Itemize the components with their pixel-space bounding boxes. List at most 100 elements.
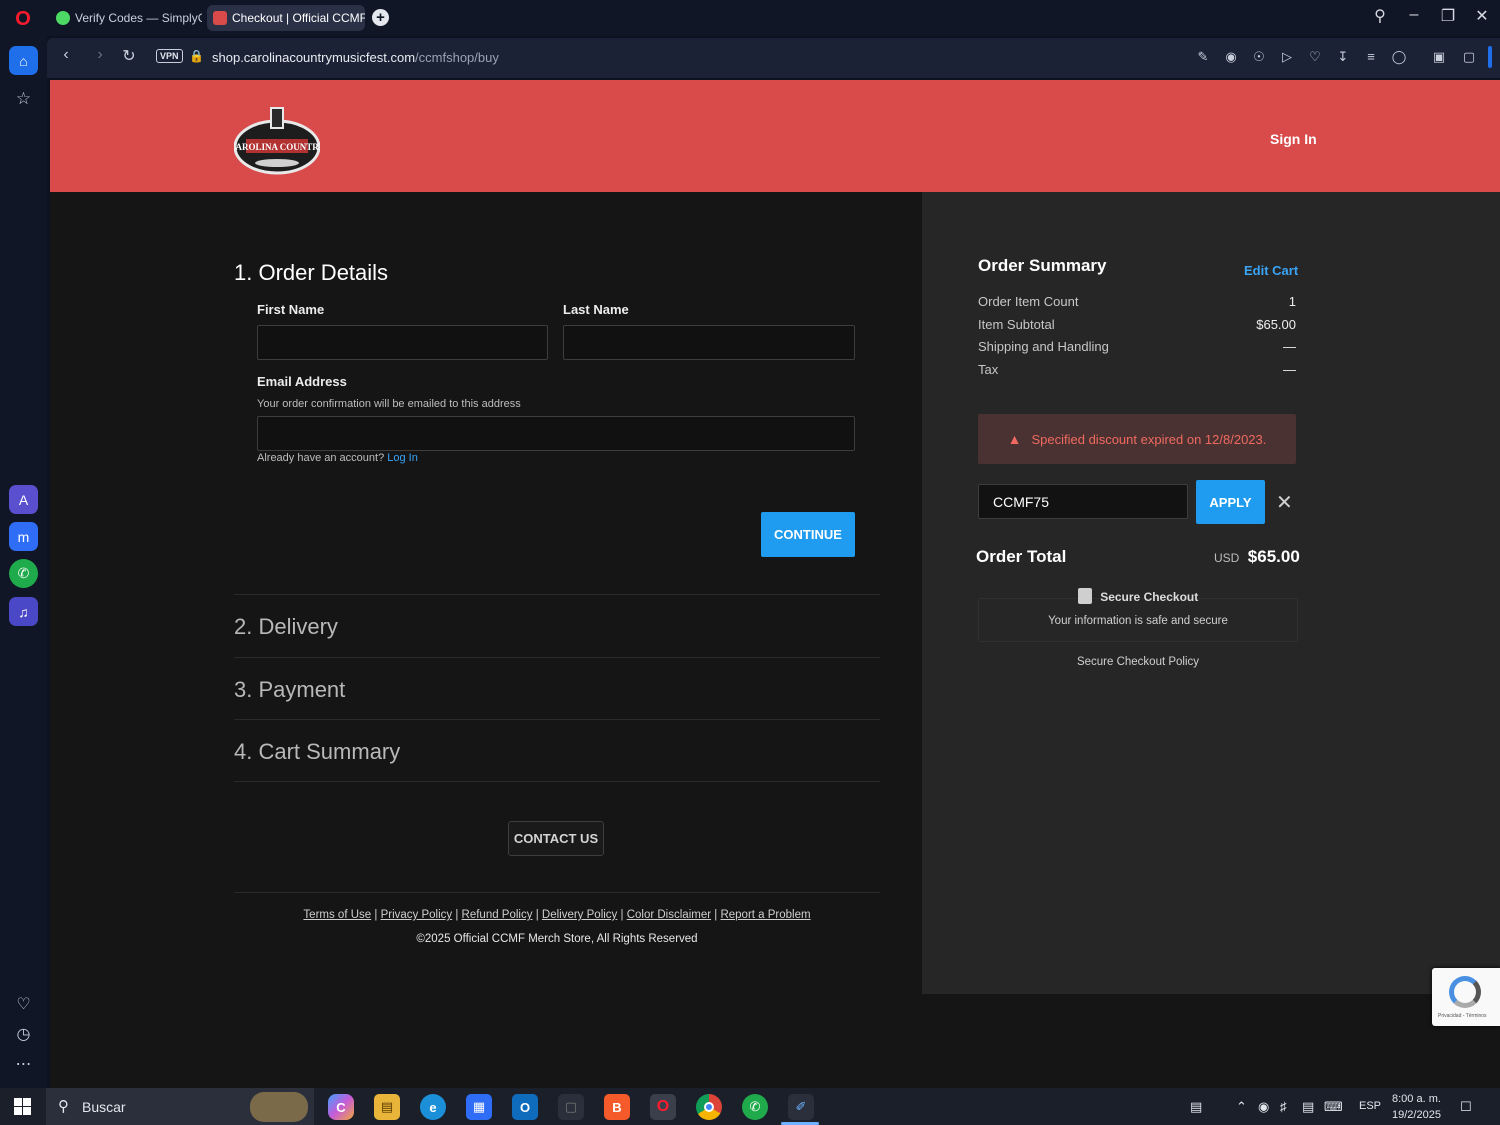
url-domain: shop.carolinacountrymusicfest.com	[212, 50, 416, 65]
summary-label: Shipping and Handling	[978, 339, 1109, 354]
home-icon[interactable]: ⌂	[9, 46, 38, 75]
contact-us-button[interactable]: CONTACT US	[508, 821, 604, 856]
step-payment[interactable]: 3. Payment	[234, 677, 345, 703]
notifications-icon[interactable]: ☐	[1460, 1099, 1472, 1115]
order-details-title: 1. Order Details	[234, 260, 389, 285]
opera-logo-icon[interactable]: O	[12, 8, 34, 30]
camera-icon[interactable]: ◉	[1222, 48, 1240, 66]
copilot-icon[interactable]: C	[328, 1094, 354, 1120]
divider	[234, 781, 880, 782]
messenger-icon[interactable]: m	[9, 522, 38, 551]
speaker-muted-icon[interactable]: ♯	[1280, 1099, 1287, 1114]
tab-checkout[interactable]: Checkout | Official CCMF Merch Store	[207, 5, 365, 31]
back-icon[interactable]: ‹	[55, 46, 77, 64]
aria-ai-icon[interactable]: A	[9, 485, 38, 514]
news-widget-icon[interactable]: ▤	[1190, 1099, 1202, 1115]
delivery-policy-link[interactable]: Delivery Policy	[542, 909, 617, 921]
remove-code-close-icon[interactable]: ✕	[1276, 490, 1293, 515]
url-path: /ccmfshop/buy	[415, 50, 499, 65]
new-tab-plus-icon[interactable]: +	[372, 9, 389, 26]
order-total-label: Order Total	[976, 547, 1067, 566]
pen-app-icon[interactable]: ✐	[788, 1094, 814, 1120]
store-icon[interactable]: ▦	[466, 1094, 492, 1120]
first-name-field[interactable]	[257, 325, 548, 360]
summary-row-shipping: Shipping and Handling —	[978, 339, 1296, 354]
edge-icon[interactable]: e	[420, 1094, 446, 1120]
music-player-icon[interactable]: ♫	[9, 597, 38, 626]
close-window-icon[interactable]: ✕	[1468, 6, 1496, 26]
tab-label: Verify Codes — SimplyCodes	[75, 11, 202, 25]
easy-setup-icon[interactable]: ≡	[1362, 48, 1380, 66]
heart-icon[interactable]: ♡	[9, 989, 38, 1018]
keyboard-icon[interactable]: ⌨	[1324, 1099, 1343, 1115]
recaptcha-icon	[1449, 976, 1481, 1008]
account-prompt-text: Already have an account?	[257, 452, 385, 464]
step-cart-summary[interactable]: 4. Cart Summary	[234, 739, 400, 765]
edit-icon[interactable]: ✎	[1194, 48, 1212, 66]
summary-value: —	[1283, 362, 1296, 377]
tab-simplycodes[interactable]: Verify Codes — SimplyCodes	[50, 5, 202, 31]
chevron-up-icon[interactable]: ⌃	[1236, 1099, 1247, 1115]
minimize-icon[interactable]: –	[1400, 6, 1428, 24]
login-link[interactable]: Log In	[387, 452, 418, 464]
last-name-field[interactable]	[563, 325, 855, 360]
more-icon[interactable]: ⋯	[9, 1049, 38, 1078]
color-disclaimer-link[interactable]: Color Disclaimer	[627, 909, 711, 921]
ccmf-logo[interactable]: CAROLINA COUNTRY	[234, 105, 320, 175]
reload-icon[interactable]: ↻	[118, 46, 140, 66]
star-icon[interactable]: ☆	[9, 84, 38, 113]
tab-label: Checkout | Official CCMF Merch Store	[232, 11, 365, 25]
network-icon[interactable]: ▤	[1302, 1099, 1314, 1115]
play-icon[interactable]: ▷	[1278, 48, 1296, 66]
unknown-app-icon[interactable]: ▢	[558, 1094, 584, 1120]
forward-icon[interactable]: ›	[89, 46, 111, 64]
continue-button[interactable]: CONTINUE	[761, 512, 855, 557]
terms-link[interactable]: Terms of Use	[303, 909, 371, 921]
last-name-label: Last Name	[563, 302, 629, 317]
brave-icon[interactable]: B	[604, 1094, 630, 1120]
whatsapp-taskbar-icon[interactable]: ✆	[742, 1094, 768, 1120]
opera-taskbar-icon[interactable]: O	[650, 1094, 676, 1120]
taskbar-search-box[interactable]: ⚲ Buscar	[46, 1088, 314, 1125]
whatsapp-icon[interactable]: ✆	[9, 559, 38, 588]
language-indicator[interactable]: ESP	[1359, 1100, 1381, 1112]
email-label: Email Address	[257, 374, 347, 389]
email-field[interactable]	[257, 416, 855, 451]
edit-cart-link[interactable]: Edit Cart	[1244, 263, 1298, 278]
restore-icon[interactable]: ❐	[1434, 6, 1462, 26]
download-icon[interactable]: ↧	[1334, 48, 1352, 66]
alert-text: Specified discount expired on 12/8/2023.	[1031, 431, 1267, 447]
box-icon[interactable]: ▢	[1460, 48, 1478, 66]
summary-label: Order Item Count	[978, 294, 1079, 309]
secure-checkout-heading: Secure Checkout	[978, 588, 1298, 606]
refund-link[interactable]: Refund Policy	[462, 909, 533, 921]
shield-icon[interactable]: ☉	[1250, 48, 1268, 66]
file-explorer-icon[interactable]: ▤	[374, 1094, 400, 1120]
secure-subtitle: Your information is safe and secure	[1048, 615, 1228, 627]
scroll-indicator	[1488, 46, 1492, 68]
meet-icon[interactable]: ◉	[1258, 1099, 1269, 1115]
discount-code-field[interactable]	[978, 484, 1188, 519]
secure-policy-link[interactable]: Secure Checkout Policy	[978, 656, 1298, 668]
chrome-icon[interactable]	[696, 1094, 722, 1120]
extensions-icon[interactable]: ▣	[1430, 48, 1448, 66]
apply-button[interactable]: APPLY	[1196, 480, 1265, 524]
step-delivery[interactable]: 2. Delivery	[234, 614, 338, 640]
secure-title: Secure Checkout	[1100, 590, 1199, 604]
url-field[interactable]: shop.carolinacountrymusicfest.com/ccmfsh…	[212, 50, 499, 65]
favorite-heart-icon[interactable]: ♡	[1306, 48, 1324, 66]
search-tabs-icon[interactable]: ⚲	[1366, 6, 1394, 26]
profile-icon[interactable]: ◯	[1390, 48, 1408, 66]
recaptcha-badge[interactable]: Privacidad - Términos	[1432, 968, 1500, 1026]
order-summary-panel: Order Summary Edit Cart Order Item Count…	[922, 192, 1500, 994]
privacy-link[interactable]: Privacy Policy	[381, 909, 453, 921]
clock[interactable]: 8:00 a. m. 19/2/2025	[1392, 1091, 1441, 1123]
windows-start-icon[interactable]	[14, 1098, 31, 1115]
report-problem-link[interactable]: Report a Problem	[720, 909, 810, 921]
outlook-icon[interactable]: O	[512, 1094, 538, 1120]
vpn-badge[interactable]: VPN	[156, 49, 183, 63]
discount-alert: ▲ Specified discount expired on 12/8/202…	[978, 414, 1296, 464]
first-name-label: First Name	[257, 302, 325, 317]
sign-in-link[interactable]: Sign In	[1270, 131, 1317, 147]
history-icon[interactable]: ◷	[9, 1019, 38, 1048]
